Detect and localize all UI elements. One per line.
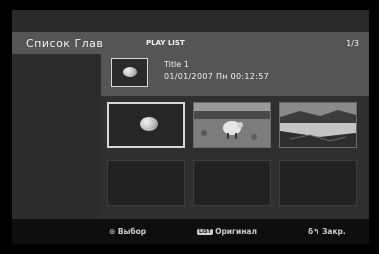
page-subtitle: PLAY LIST xyxy=(146,39,185,47)
river-landscape-thumbnail-icon xyxy=(280,103,356,147)
ball-thumbnail-icon xyxy=(140,117,158,131)
sheep-field-thumbnail-icon xyxy=(194,103,270,147)
page-indicator: 1/3 xyxy=(346,39,359,48)
left-panel xyxy=(12,54,101,219)
thumbnail-1[interactable] xyxy=(107,102,185,148)
playlist-screen: Список Глав PLAY LIST 1/3 Title 1 01/01/… xyxy=(12,10,369,244)
list-button-icon: LIST xyxy=(197,229,214,235)
selected-title-name: Title 1 xyxy=(164,60,189,69)
thumbnail-4[interactable] xyxy=(107,160,185,206)
page-title: Список Глав xyxy=(26,37,104,50)
return-icon: δ↰ xyxy=(308,227,320,236)
list-label: Оригинал xyxy=(215,227,257,236)
selected-title-thumbnail xyxy=(111,58,148,87)
thumbnail-3[interactable] xyxy=(279,102,357,148)
thumbnail-5[interactable] xyxy=(193,160,271,206)
original-list-hint[interactable]: LIST Оригинал xyxy=(197,227,257,236)
ball-icon xyxy=(123,67,137,77)
select-hint[interactable]: ⊙ Выбор xyxy=(109,227,146,236)
thumbnail-2[interactable] xyxy=(193,102,271,148)
select-icon: ⊙ xyxy=(109,227,116,236)
selected-title-datetime: 01/01/2007 Пн 00:12:57 xyxy=(164,72,269,81)
close-hint[interactable]: δ↰ Закр. xyxy=(308,227,346,236)
select-label: Выбор xyxy=(117,227,147,236)
thumbnail-6[interactable] xyxy=(279,160,357,206)
close-label: Закр. xyxy=(322,227,346,236)
